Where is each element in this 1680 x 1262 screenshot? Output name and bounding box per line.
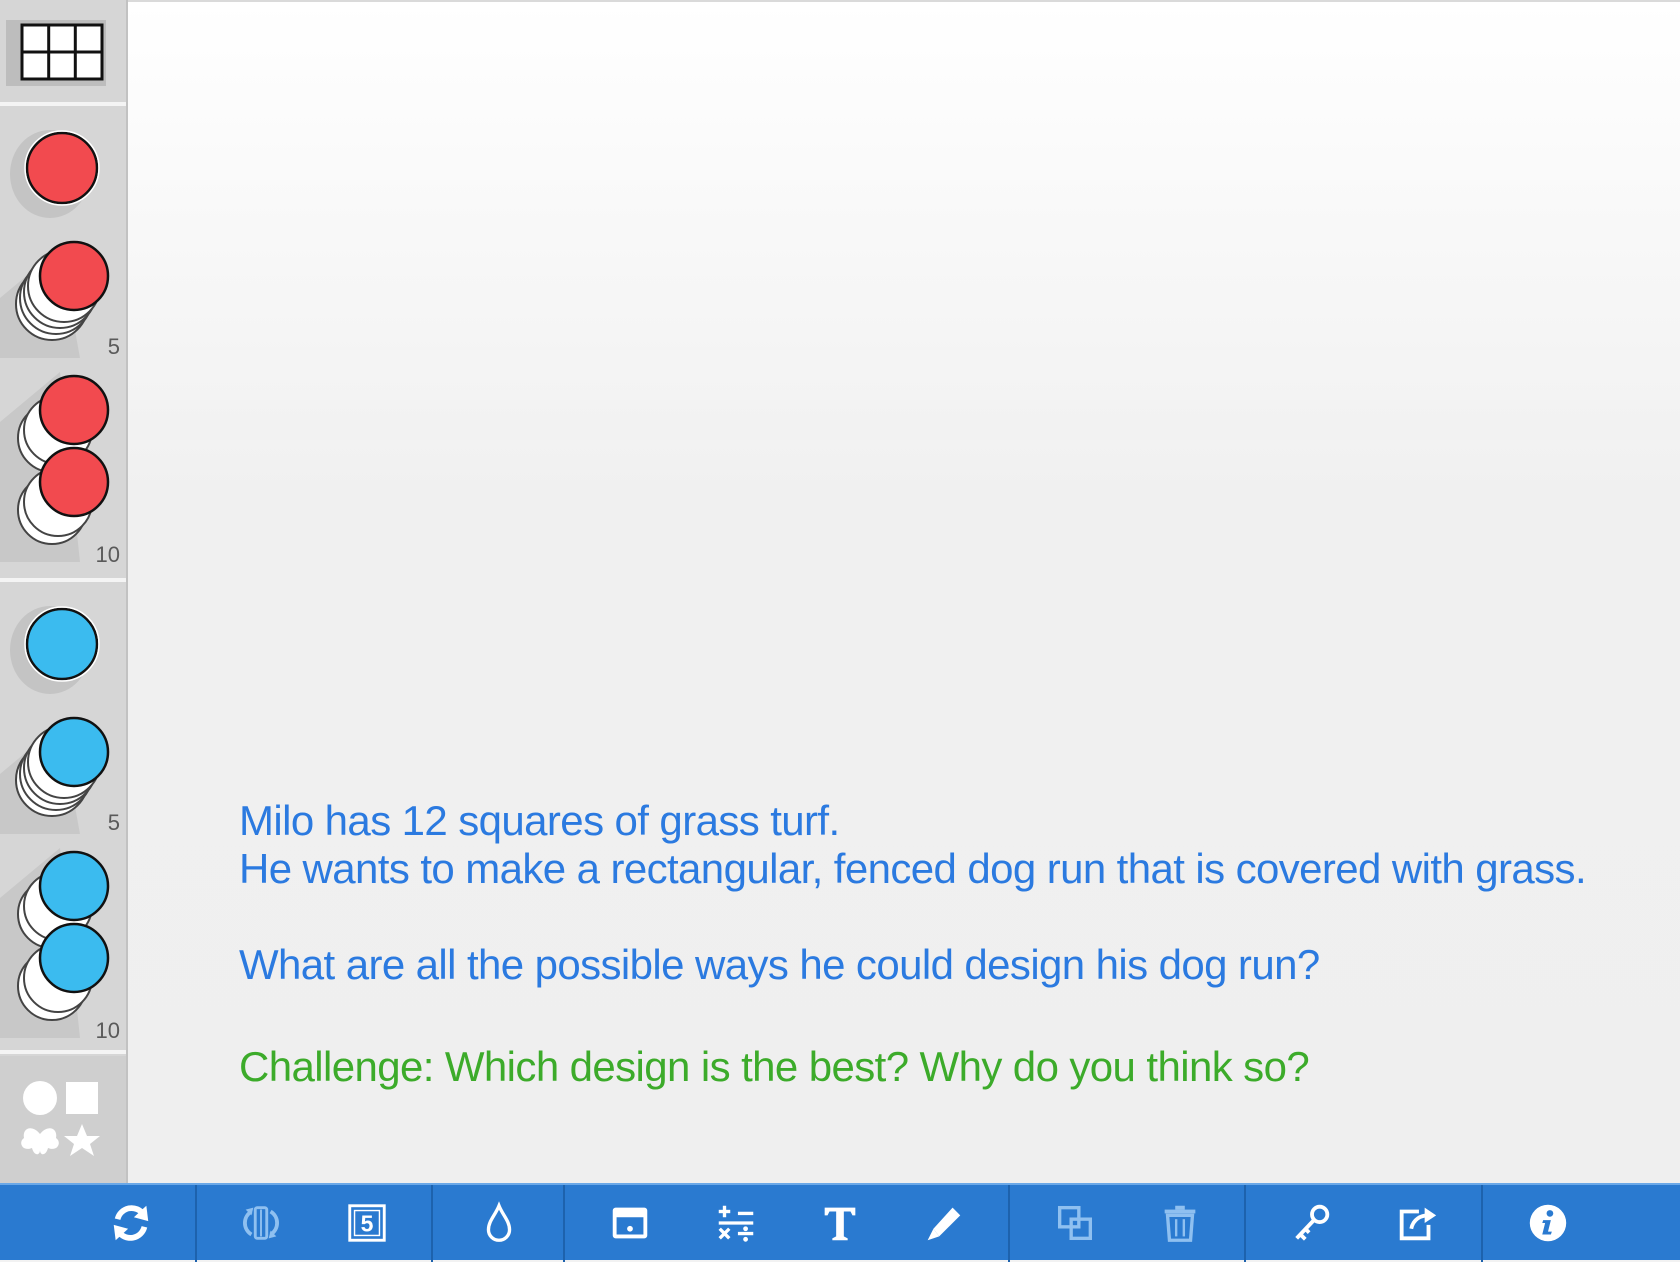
blue-counter-stack-5-button[interactable]: 5 <box>0 704 126 835</box>
red-counter-single-button[interactable] <box>0 108 126 228</box>
operations-icon <box>718 1205 754 1242</box>
share-icon <box>1399 1207 1437 1241</box>
challenge-line: Challenge: Which design is the best? Why… <box>239 1043 1310 1090</box>
flip-icon <box>243 1206 279 1240</box>
duplicate-button[interactable] <box>1050 1199 1100 1247</box>
operations-button[interactable] <box>711 1199 761 1247</box>
share-button[interactable] <box>1392 1199 1442 1247</box>
color-drop-icon <box>486 1201 512 1242</box>
red-counter-icon <box>10 130 100 218</box>
key-icon <box>1295 1204 1330 1241</box>
stack-count-label: 10 <box>95 1018 120 1043</box>
workspace-canvas[interactable]: Milo has 12 squares of grass turf. He wa… <box>128 0 1680 1183</box>
color-button[interactable] <box>474 1199 524 1247</box>
number-card-icon: 5 <box>348 1204 386 1242</box>
red-stack-icon <box>0 372 110 562</box>
pen-button[interactable] <box>918 1199 968 1247</box>
trash-icon <box>1164 1205 1196 1242</box>
refresh-icon <box>113 1205 149 1241</box>
red-counter-stack-10-button[interactable]: 10 <box>0 362 126 567</box>
problem-text[interactable]: Milo has 12 squares of grass turf. He wa… <box>239 797 1599 1091</box>
info-button[interactable] <box>1523 1199 1573 1247</box>
grid-tool-button[interactable] <box>0 0 126 100</box>
flip-button[interactable] <box>236 1199 286 1247</box>
counters-sidebar: 5 10 5 10 <box>0 0 128 1183</box>
text-icon <box>824 1207 856 1241</box>
grid-icon <box>6 20 106 86</box>
refresh-button[interactable] <box>106 1199 156 1247</box>
question-line: What are all the possible ways he could … <box>239 941 1320 988</box>
delete-button[interactable] <box>1155 1199 1205 1247</box>
shapes-tool-button[interactable] <box>0 1056 126 1183</box>
background-button[interactable] <box>605 1199 655 1247</box>
blue-stack-icon <box>0 848 110 1038</box>
blue-counter-stack-10-button[interactable]: 10 <box>0 838 126 1043</box>
stack-count-label: 10 <box>95 542 120 567</box>
key-button[interactable] <box>1287 1199 1337 1247</box>
stack-count-label: 5 <box>107 810 120 835</box>
stack-count-label: 5 <box>107 334 120 359</box>
duplicate-icon <box>1057 1205 1093 1241</box>
info-icon <box>1529 1204 1567 1242</box>
text-button[interactable] <box>815 1199 865 1247</box>
blue-counter-icon <box>10 606 100 694</box>
bottom-toolbar: 5 <box>0 1183 1680 1262</box>
pen-icon <box>927 1207 961 1241</box>
number-card-value: 5 <box>361 1211 374 1237</box>
background-icon <box>612 1207 648 1239</box>
red-counter-stack-5-button[interactable]: 5 <box>0 228 126 359</box>
shapes-icon <box>21 1081 100 1156</box>
problem-line-2: He wants to make a rectangular, fenced d… <box>239 845 1587 892</box>
blue-counter-single-button[interactable] <box>0 584 126 704</box>
problem-line-1: Milo has 12 squares of grass turf. <box>239 797 840 844</box>
number-card-button[interactable]: 5 <box>342 1199 392 1247</box>
